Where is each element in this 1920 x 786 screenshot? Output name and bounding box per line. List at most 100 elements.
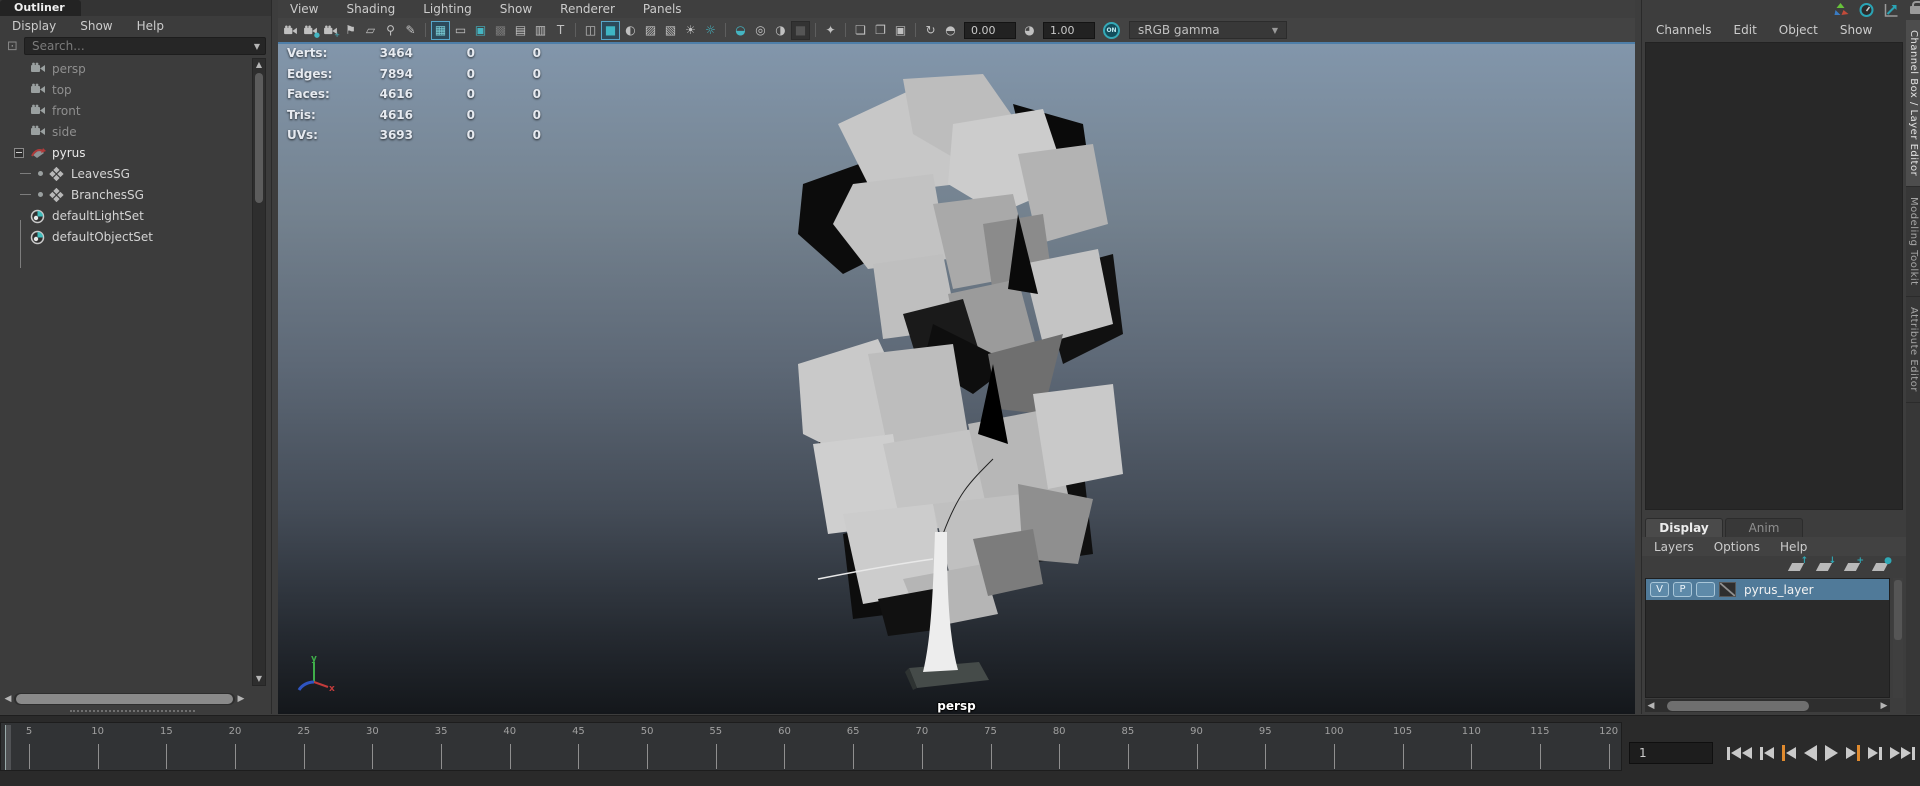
image-plane-icon[interactable]: ▱ [361, 21, 380, 40]
select-camera-icon[interactable] [281, 21, 300, 40]
multisample-anti-aliasing-icon[interactable]: ■ [791, 20, 810, 40]
lighting-refresh-icon[interactable]: ↻ [921, 21, 940, 40]
side-tab-channel-box-layer-editor[interactable]: Channel Box / Layer Editor [1906, 20, 1920, 188]
scroll-up-icon[interactable]: ▲ [253, 59, 265, 71]
layer-horizontal-scrollbar[interactable]: ◀ ▶ [1645, 699, 1890, 712]
viewport-canvas[interactable]: Verts: 3464 0 0 Edges: 7894 0 0 Faces: 4616 0 0 Tris… [278, 42, 1635, 714]
layer-menu-help[interactable]: Help [1778, 538, 1809, 556]
outliner-item-defaultlightset[interactable]: defaultLightSet [0, 205, 249, 226]
scrollbar-thumb[interactable] [1667, 700, 1810, 711]
smooth-shade-icon[interactable]: ■ [601, 20, 620, 40]
outliner-item-top[interactable]: top [0, 79, 249, 100]
layer-row-pyrus-layer[interactable]: V Ppyrus_layer [1646, 579, 1889, 600]
pan-zoom-icon[interactable]: ⚲ [381, 21, 400, 40]
layer-menu-options[interactable]: Options [1712, 538, 1762, 556]
viewport-menu-renderer[interactable]: Renderer [558, 0, 617, 18]
film-gate-icon[interactable]: ▭ [451, 21, 470, 40]
go-to-start-button[interactable] [1727, 741, 1752, 765]
collapse-icon[interactable] [14, 147, 24, 158]
scrollbar-thumb[interactable] [255, 73, 263, 203]
all-lights-icon[interactable]: ☀ [681, 21, 700, 40]
current-frame-field[interactable] [1629, 742, 1713, 764]
layer-tab-display[interactable]: Display [1645, 518, 1723, 537]
grease-pencil-icon[interactable]: ✎ [401, 21, 420, 40]
layer-playback-toggle[interactable]: P [1673, 582, 1692, 597]
character-set-icon[interactable] [1833, 2, 1850, 18]
layer-tab-anim[interactable]: Anim [1725, 518, 1803, 537]
viewport-menu-panels[interactable]: Panels [641, 0, 684, 18]
play-backwards-button[interactable] [1804, 741, 1817, 765]
outliner-item-persp[interactable]: persp [0, 58, 249, 79]
scroll-right-icon[interactable]: ▶ [1878, 701, 1890, 711]
viewport-menu-view[interactable]: View [288, 0, 320, 18]
channelbox-menu-channels[interactable]: Channels [1654, 21, 1714, 39]
create-layer-from-selected-icon[interactable]: ● [1871, 557, 1892, 572]
create-empty-layer-icon[interactable]: + [1843, 557, 1864, 572]
outliner-search-input[interactable] [24, 37, 266, 55]
outliner-item-pyrus[interactable]: pyrus [0, 142, 249, 163]
search-dropdown-icon[interactable]: ▼ [254, 42, 260, 51]
move-layer-down-icon[interactable]: ↓ [1815, 557, 1836, 572]
graph-trend-icon[interactable] [1883, 2, 1900, 18]
ambient-occlusion-icon[interactable]: ◑ [771, 21, 790, 40]
xray-icon[interactable]: ❏ [851, 21, 870, 40]
layer-extra-toggle[interactable] [1696, 582, 1715, 597]
step-back-frame-button[interactable] [1760, 741, 1774, 765]
channelbox-menu-edit[interactable]: Edit [1732, 21, 1759, 39]
depth-of-field-icon[interactable]: ◎ [751, 21, 770, 40]
exposure-icon[interactable]: ◓ [941, 21, 960, 40]
scrollbar-thumb[interactable] [16, 694, 233, 704]
scroll-right-icon[interactable]: ▶ [235, 694, 247, 704]
layer-visible-toggle[interactable]: V [1650, 582, 1669, 597]
toolbar-gamma-field[interactable] [1043, 21, 1095, 39]
move-layer-up-icon[interactable]: ↑ [1787, 557, 1808, 572]
panel-resize-grip[interactable] [70, 710, 195, 713]
lock-camera-icon[interactable]: ● [301, 21, 320, 40]
step-forward-key-button[interactable] [1846, 741, 1860, 765]
resolution-gate-icon[interactable]: ▣ [471, 21, 490, 40]
safe-action-icon[interactable]: ▥ [531, 21, 550, 40]
safe-title-icon[interactable]: T [551, 21, 570, 40]
camera-attributes-icon[interactable]: + [321, 21, 340, 40]
lock-icon[interactable] [1910, 1, 1920, 14]
isolate-select-icon[interactable]: ✦ [821, 21, 840, 40]
outliner-item-side[interactable]: side [0, 121, 249, 142]
xray-active-components-icon[interactable]: ❐ [871, 21, 890, 40]
outliner-vertical-scrollbar[interactable]: ▲ ▼ [252, 58, 266, 686]
flat-lighting-icon[interactable]: ☼ [701, 21, 720, 40]
outliner-item-defaultobjectset[interactable]: defaultObjectSet [0, 226, 249, 247]
layer-color-swatch[interactable] [1719, 582, 1736, 597]
outliner-menu-show[interactable]: Show [78, 17, 114, 35]
go-to-end-button[interactable] [1890, 741, 1915, 765]
colorspace-dropdown[interactable]: sRGB gamma ▼ [1129, 21, 1287, 39]
viewport-menu-lighting[interactable]: Lighting [421, 0, 474, 18]
color-management-toggle[interactable]: ON [1103, 21, 1120, 39]
step-forward-frame-button[interactable] [1868, 741, 1882, 765]
channelbox-menu-object[interactable]: Object [1777, 21, 1820, 39]
search-filter-icon[interactable]: ⊡ [5, 39, 20, 54]
outliner-menu-help[interactable]: Help [135, 17, 166, 35]
scroll-left-icon[interactable]: ◀ [1645, 701, 1657, 711]
contrast-icon[interactable]: ◕ [1020, 21, 1039, 40]
outliner-item-front[interactable]: front [0, 100, 249, 121]
xray-joints-icon[interactable]: ▣ [891, 21, 910, 40]
wireframe-on-shaded-icon[interactable]: ◐ [621, 21, 640, 40]
scroll-down-icon[interactable]: ▼ [253, 673, 265, 685]
outliner-item-leavessg[interactable]: LeavesSG [0, 163, 249, 184]
time-slider-track[interactable]: 5 10 15 20 25 30 35 40 45 50 55 60 65 70 75 80 85 90 95 100… [0, 722, 1622, 771]
use-default-material-icon[interactable]: ▧ [661, 21, 680, 40]
outliner-item-branchessg[interactable]: BranchesSG [0, 184, 249, 205]
tree-model[interactable] [783, 64, 1133, 704]
step-back-key-button[interactable] [1782, 741, 1796, 765]
outliner-menu-display[interactable]: Display [10, 17, 58, 35]
channelbox-menu-show[interactable]: Show [1838, 21, 1874, 39]
wireframe-icon[interactable]: ◫ [581, 21, 600, 40]
field-chart-icon[interactable]: ▤ [511, 21, 530, 40]
side-tab-attribute-editor[interactable]: Attribute Editor [1906, 296, 1920, 403]
outliner-horizontal-scrollbar[interactable]: ◀ ▶ [2, 692, 247, 706]
outliner-tab[interactable]: Outliner [0, 0, 81, 16]
play-forward-button[interactable] [1825, 741, 1838, 765]
toolbar-exposure-field[interactable] [964, 21, 1016, 39]
gate-mask-icon[interactable]: ▩ [491, 21, 510, 40]
current-frame-marker[interactable] [5, 725, 11, 770]
